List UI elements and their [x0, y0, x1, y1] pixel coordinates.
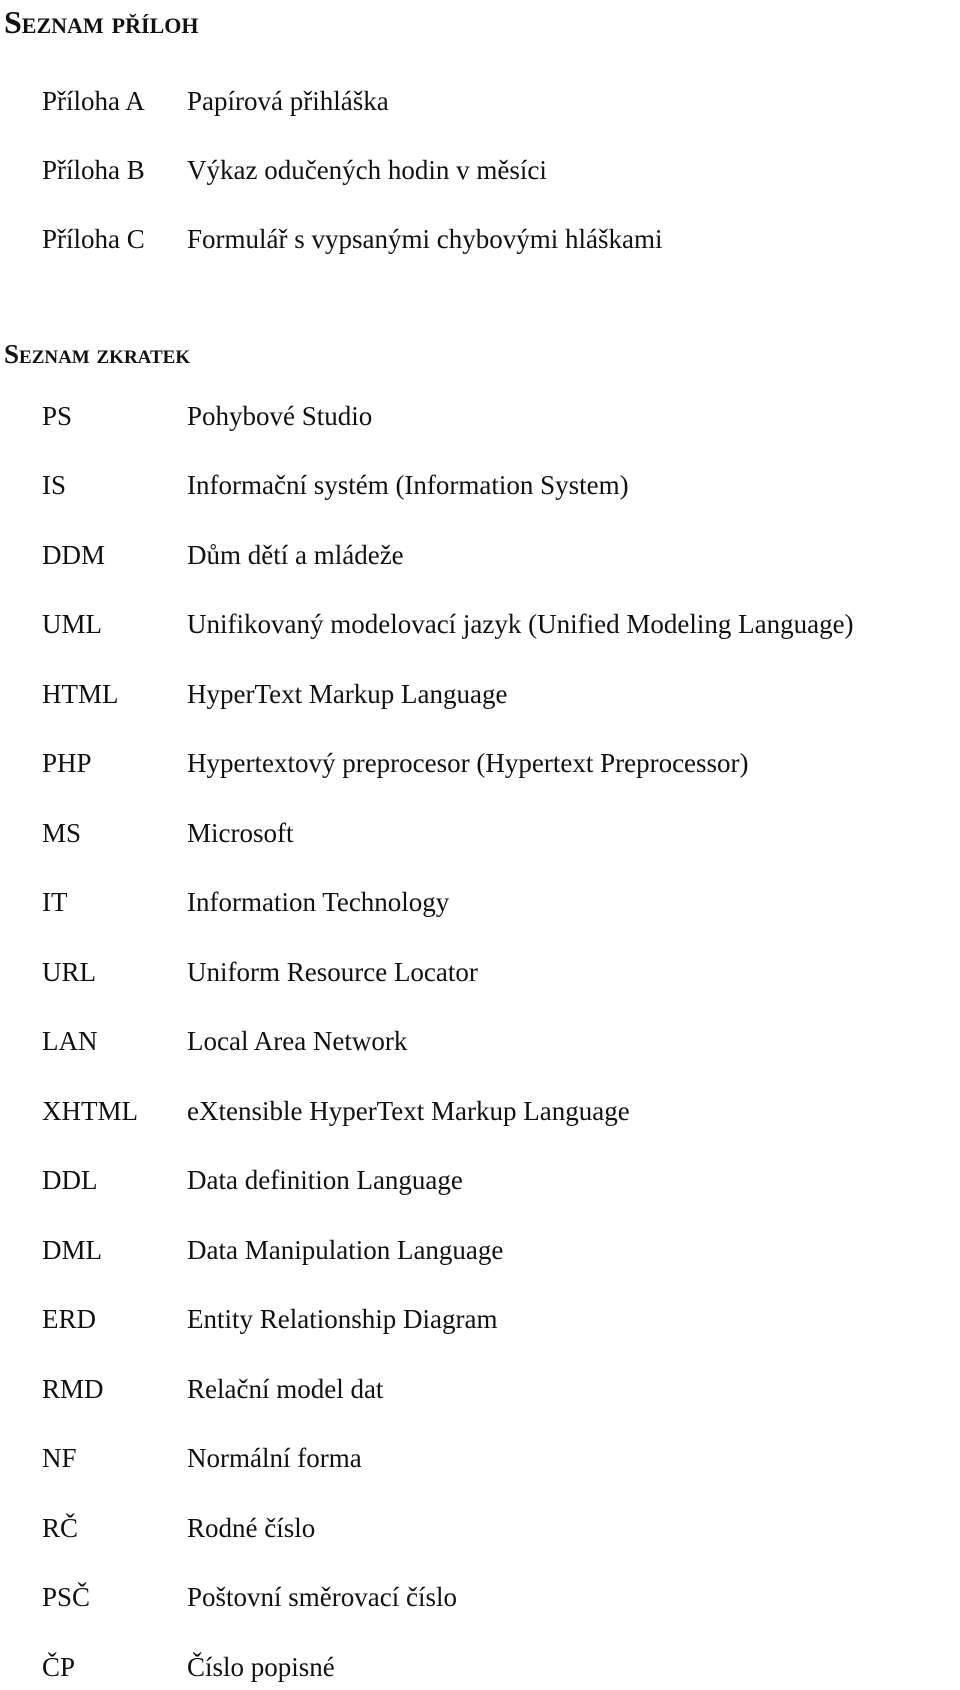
abbreviation-value: Uniform Resource Locator: [187, 957, 478, 987]
attachment-key: Příloha A: [42, 86, 145, 116]
abbreviation-value: HyperText Markup Language: [187, 679, 508, 709]
abbreviation-value: Data Manipulation Language: [187, 1235, 504, 1265]
abbreviation-value: Číslo popisné: [187, 1652, 335, 1682]
abbreviation-value: Microsoft: [187, 818, 294, 848]
abbreviation-value: Rodné číslo: [187, 1513, 316, 1543]
abbreviation-key: ČP: [42, 1652, 76, 1682]
abbreviation-key: PS: [42, 401, 73, 431]
abbreviation-value: Hypertextový preprocesor (Hypertext Prep…: [187, 748, 749, 778]
abbreviation-value: Relační model dat: [187, 1374, 384, 1404]
abbreviation-key: RMD: [42, 1374, 104, 1404]
abbreviation-value: Normální forma: [187, 1443, 362, 1473]
abbreviation-value: Information Technology: [187, 887, 450, 917]
abbreviation-key: RČ: [42, 1513, 79, 1543]
abbreviation-value: Entity Relationship Diagram: [187, 1304, 498, 1334]
abbreviation-value: Poštovní směrovací číslo: [187, 1582, 457, 1612]
attachments-heading: Seznam příloh: [4, 4, 199, 40]
abbreviation-key: DDM: [42, 540, 106, 570]
abbreviation-value: Pohybové Studio: [187, 401, 373, 431]
abbreviation-key: PSČ: [42, 1582, 91, 1612]
attachment-key: Příloha B: [42, 155, 145, 185]
abbreviation-value: Dům dětí a mládeže: [187, 540, 404, 570]
abbreviations-heading: Seznam zkratek: [4, 339, 191, 369]
abbreviation-key: DDL: [42, 1165, 98, 1195]
attachment-key: Příloha C: [42, 224, 145, 254]
abbreviation-key: DML: [42, 1235, 102, 1265]
abbreviation-key: MS: [42, 818, 82, 848]
attachment-value: Formulář s vypsanými chybovými hláškami: [187, 224, 663, 254]
abbreviation-key: IT: [42, 887, 68, 917]
abbreviation-key: XHTML: [42, 1096, 138, 1126]
attachment-value: Výkaz odučených hodin v měsíci: [187, 155, 547, 185]
abbreviation-value: eXtensible HyperText Markup Language: [187, 1096, 630, 1126]
abbreviation-key: NF: [42, 1443, 77, 1473]
abbreviation-key: PHP: [42, 748, 92, 778]
abbreviation-value: Informační systém (Information System): [187, 470, 629, 500]
abbreviation-key: LAN: [42, 1026, 98, 1056]
abbreviation-key: IS: [42, 470, 67, 500]
abbreviation-key: HTML: [42, 679, 119, 709]
abbreviation-key: UML: [42, 609, 102, 639]
abbreviation-value: Unifikovaný modelovací jazyk (Unified Mo…: [187, 609, 854, 639]
abbreviation-value: Data definition Language: [187, 1165, 463, 1195]
abbreviation-value: Local Area Network: [187, 1026, 408, 1056]
attachment-value: Papírová přihláška: [187, 86, 389, 116]
abbreviation-key: URL: [42, 957, 96, 987]
abbreviation-key: ERD: [42, 1304, 96, 1334]
